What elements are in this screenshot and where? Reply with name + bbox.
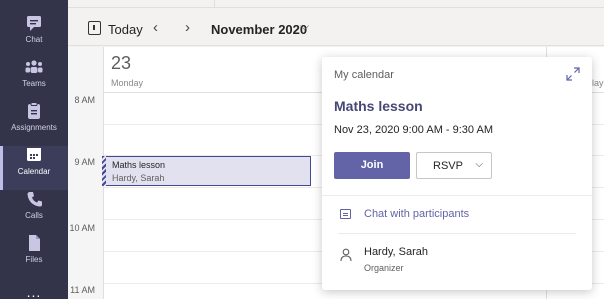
organizer-role: Organizer [364,263,404,273]
chat-with-participants-link[interactable]: Chat with participants [338,207,578,227]
day-name: Monday [111,78,144,88]
rail-item-files[interactable]: Files [0,234,68,278]
rail-item-calendar[interactable]: Calendar [0,146,68,190]
time-column: 8 AM 9 AM 10 AM 11 AM [68,47,104,299]
chat-link-label: Chat with participants [364,208,470,220]
rsvp-dropdown[interactable]: RSVP ⌵ [416,152,492,179]
calendar-icon [24,146,44,164]
calls-icon [24,190,44,208]
calendar-name: My calendar [334,69,394,81]
rail-item-chat[interactable]: Chat [0,14,68,58]
rail-item-label: Calls [25,211,43,220]
time-label: 11 AM [70,285,95,295]
chevron-down-icon: ⌵ [475,159,483,170]
event-title: Maths lesson [334,98,423,114]
event-details-popup: My calendar Maths lesson Nov 23, 2020 9:… [322,57,592,290]
tentative-hatch [102,156,106,186]
chat-icon [340,209,351,219]
time-label: 10 AM [69,223,95,233]
more-icon: ... [26,284,42,299]
assignments-icon [24,102,44,120]
day-number: 23 [111,53,132,73]
next-day-label-peek: lay [592,78,604,88]
chevron-down-icon[interactable]: ⌵ [300,19,309,34]
join-button[interactable]: Join [334,152,410,179]
rail-item-assignments[interactable]: Assignments [0,102,68,146]
rail-item-teams[interactable]: Teams [0,58,68,102]
previous-chevron-icon[interactable]: ‹ [153,19,158,36]
next-chevron-icon[interactable]: › [185,19,190,36]
rail-item-label: Files [25,255,43,264]
more-apps-button[interactable]: ... [0,284,68,299]
rsvp-label: RSVP [433,160,463,172]
time-label: 9 AM [74,157,95,167]
organizer-row: Hardy, Sarah Organizer [338,244,578,280]
rail-item-label: Calendar [17,167,51,176]
event-title: Maths lesson [112,160,166,170]
organizer-name: Hardy, Sarah [364,246,428,258]
teams-icon [24,58,44,76]
divider [322,195,592,196]
today-button[interactable]: Today [108,22,143,37]
rail-item-label: Teams [22,79,46,88]
time-label: 8 AM [74,95,95,105]
calendar-header: Today ‹ › November 2020 ⌵ [68,0,604,46]
rail-item-calls[interactable]: Calls [0,190,68,234]
today-icon[interactable] [88,21,101,35]
chat-icon [24,14,44,32]
event-time: Nov 23, 2020 9:00 AM - 9:30 AM [334,124,493,136]
person-icon [340,248,352,262]
rail-item-label: Assignments [11,123,57,132]
month-picker[interactable]: November 2020 [211,22,307,37]
event-organizer: Hardy, Sarah [112,173,165,183]
app-rail: Chat Teams Assignments Calendar Calls Fi… [0,0,68,299]
header-top-strip [68,0,604,8]
files-icon [24,234,44,252]
divider [338,233,576,234]
expand-icon[interactable] [566,67,580,81]
calendar-event[interactable]: Maths lesson Hardy, Sarah [102,156,311,186]
rail-item-label: Chat [25,35,43,44]
